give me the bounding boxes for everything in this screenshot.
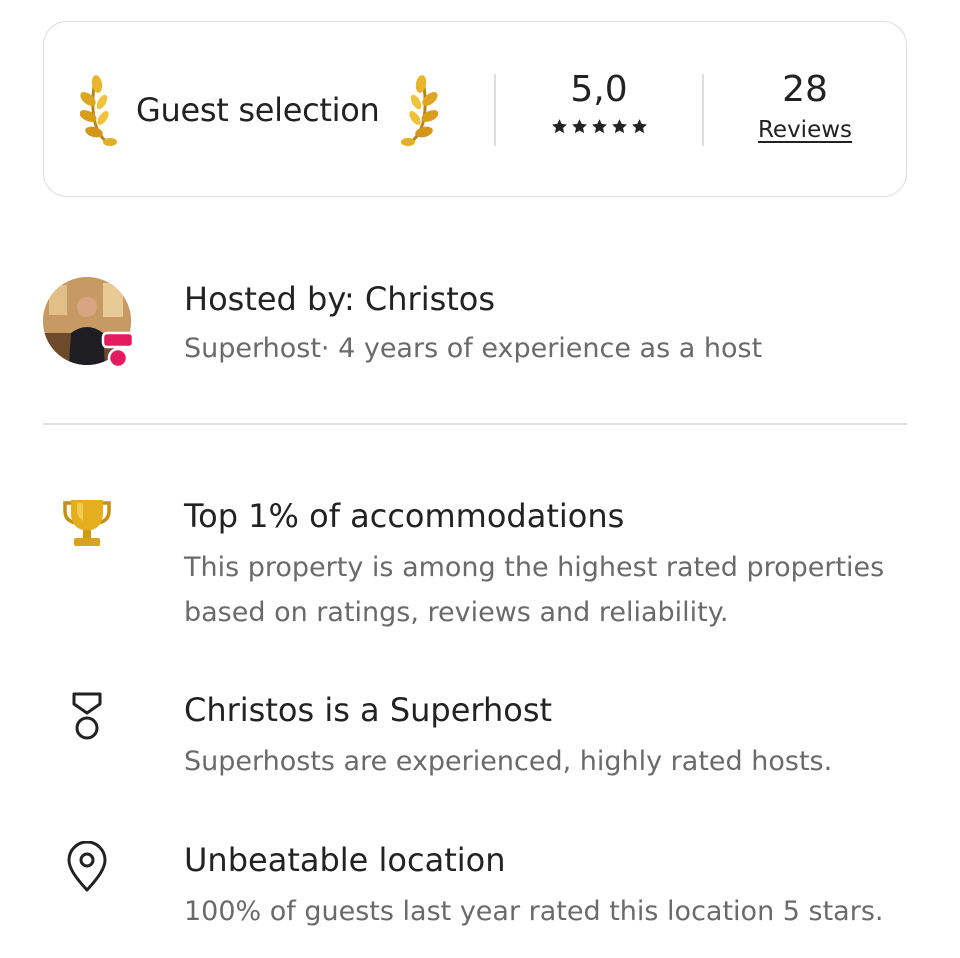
guest-selection-badge: Guest selection — [80, 72, 438, 148]
highlight-title: Unbeatable location — [184, 841, 506, 879]
section-divider — [43, 423, 907, 425]
highlight-description: This property is among the highest rated… — [184, 552, 885, 628]
host-title: Hosted by: Christos — [184, 280, 496, 318]
rating-stars — [544, 118, 654, 135]
star-icon — [551, 119, 567, 134]
star-icon — [571, 119, 587, 134]
reviews-link[interactable]: Reviews — [758, 116, 852, 144]
star-icon — [611, 119, 627, 134]
host-avatar[interactable] — [43, 277, 135, 369]
highlight-icon-container — [43, 691, 131, 751]
guest-selection-card: Guest selection 5,0 28 Reviews — [43, 21, 907, 197]
rating-value: 5,0 — [570, 69, 628, 110]
location-pin-icon — [67, 841, 107, 892]
laurel-right-icon — [400, 75, 438, 146]
medal-icon — [72, 692, 102, 740]
star-icon — [631, 119, 647, 134]
guest-selection-label: Guest selection — [136, 91, 380, 129]
superhost-badge-icon — [101, 331, 135, 369]
highlight-title: Christos is a Superhost — [184, 691, 553, 729]
highlight-icon-container — [43, 841, 131, 901]
host-subtitle: Superhost· 4 years of experience as a ho… — [184, 333, 763, 364]
rating-stat: 5,0 — [544, 68, 654, 135]
reviews-stat[interactable]: 28 Reviews — [744, 68, 866, 144]
highlight-icon-container — [43, 497, 131, 557]
reviews-count: 28 — [782, 69, 828, 110]
highlight-description: Superhosts are experienced, highly rated… — [184, 746, 833, 777]
trophy-icon — [63, 500, 111, 546]
highlight-description: 100% of guests last year rated this loca… — [184, 896, 884, 927]
star-icon — [591, 119, 607, 134]
stat-divider — [494, 74, 496, 146]
listing-highlights-page: Guest selection 5,0 28 Reviews Hosted by… — [0, 0, 960, 958]
highlight-title: Top 1% of accommodations — [184, 497, 625, 535]
laurel-left-icon — [80, 75, 117, 146]
stat-divider — [702, 74, 704, 146]
host-row[interactable]: Hosted by: Christos Superhost· 4 years o… — [43, 275, 907, 370]
